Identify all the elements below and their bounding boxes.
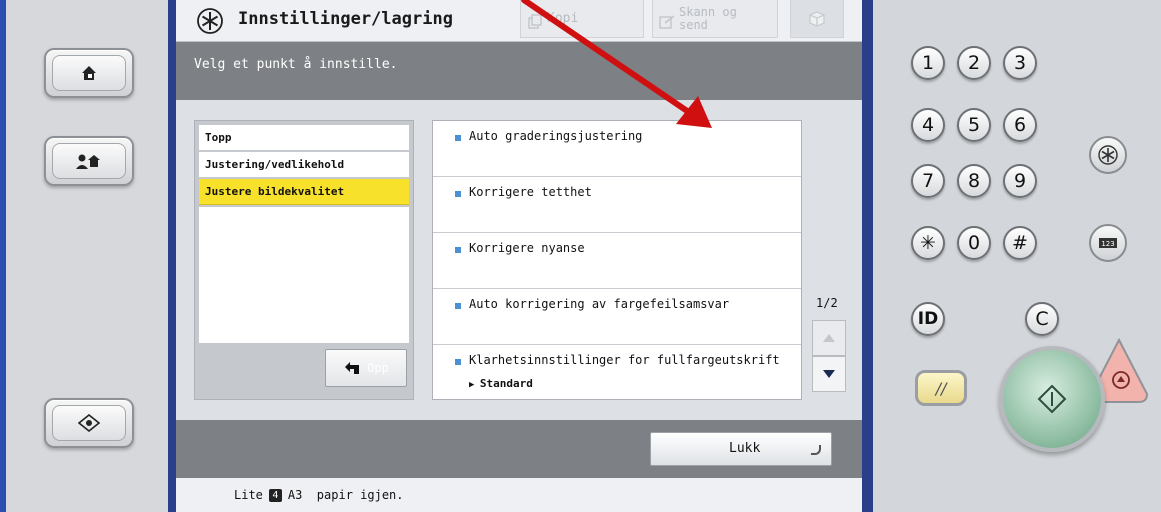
- close-button-label: Lukk: [729, 441, 761, 456]
- key-9[interactable]: 9: [1003, 164, 1037, 198]
- status-suffix: A3 papir igjen.: [287, 488, 404, 502]
- key-2[interactable]: 2: [957, 46, 991, 80]
- home-icon: [82, 66, 96, 80]
- page-indicator: 1/2: [816, 296, 838, 310]
- page-title: Innstillinger/lagring: [238, 9, 453, 29]
- nav-item-image-quality[interactable]: Justere bildekvalitet: [199, 179, 409, 205]
- settings-asterisk-icon: [1098, 145, 1118, 165]
- triangle-up-icon: [823, 334, 835, 342]
- svg-text:123: 123: [1101, 240, 1114, 248]
- tab-box[interactable]: [790, 0, 844, 38]
- copy-icon: [528, 14, 542, 29]
- paper-drawer-icon: 4: [268, 488, 282, 502]
- status-prefix: Lite: [234, 488, 263, 502]
- touch-screen-bezel: Innstillinger/lagring Kopi Skann og send: [168, 0, 870, 512]
- counter-check-button[interactable]: 123: [1089, 224, 1127, 262]
- key-hash[interactable]: #: [1003, 226, 1037, 260]
- settings-asterisk-icon: [197, 8, 223, 34]
- start-diamond-icon: [1037, 384, 1067, 414]
- key-0[interactable]: 0: [957, 226, 991, 260]
- tab-copy[interactable]: Kopi: [520, 0, 644, 38]
- list-item-label: Auto korrigering av fargefeilsamsvar: [469, 297, 730, 311]
- up-arrow-icon: [345, 362, 360, 374]
- list-item-label: Korrigere nyanse: [469, 241, 585, 255]
- title-bar: Innstillinger/lagring Kopi Skann og send: [176, 0, 862, 42]
- list-item-value-text: Standard: [479, 377, 533, 390]
- user-home-icon: [76, 154, 100, 169]
- tab-copy-label: Kopi: [547, 11, 579, 26]
- bullet-icon: [455, 191, 461, 197]
- list-item-hue[interactable]: Korrigere nyanse: [433, 233, 801, 289]
- settings-list: Auto graderingsjustering Korrigere tetth…: [432, 120, 802, 400]
- touch-screen: Innstillinger/lagring Kopi Skann og send: [176, 0, 862, 512]
- content-area: Topp Justering/vedlikehold Justere bilde…: [176, 100, 862, 420]
- key-8[interactable]: 8: [957, 164, 991, 198]
- key-6[interactable]: 6: [1003, 108, 1037, 142]
- settings-registration-button[interactable]: [1089, 136, 1127, 174]
- list-item-label: Auto graderingsjustering: [469, 129, 643, 143]
- start-button[interactable]: [999, 346, 1105, 452]
- tab-scan-send-label: Skann og send: [679, 4, 737, 32]
- left-control-panel: [0, 0, 168, 512]
- list-item-clarity[interactable]: Klarhetsinnstillinger for fullfargeutskr…: [433, 345, 801, 401]
- nav-list-empty-area: [199, 207, 409, 343]
- triangle-down-icon: [823, 370, 835, 378]
- navigation-list: Topp Justering/vedlikehold Justere bilde…: [194, 120, 414, 400]
- instruction-bar: Velg et punkt å innstille.: [176, 42, 862, 100]
- tab-scan-send[interactable]: Skann og send: [652, 0, 778, 38]
- nav-item-top[interactable]: Topp: [199, 125, 409, 151]
- bullet-icon: [455, 303, 461, 309]
- scan-send-icon: [659, 15, 675, 29]
- bullet-icon: [455, 359, 461, 365]
- scroll-up-button[interactable]: [812, 320, 846, 356]
- key-5[interactable]: 5: [957, 108, 991, 142]
- bullet-icon: [455, 135, 461, 141]
- box-icon: [809, 10, 825, 27]
- return-icon: [811, 445, 821, 455]
- up-button[interactable]: Opp: [325, 349, 407, 387]
- list-item-auto-gradation[interactable]: Auto graderingsjustering: [433, 121, 801, 177]
- play-icon: ▶: [469, 380, 480, 390]
- key-asterisk[interactable]: ✳: [911, 226, 945, 260]
- bullet-icon: [455, 247, 461, 253]
- keypad-panel: 1 2 3 4 5 6 7 8 9 ✳ 0 # ID C 123 //: [870, 0, 1161, 512]
- status-monitor-button[interactable]: [44, 136, 134, 186]
- scroll-down-button[interactable]: [812, 356, 846, 392]
- home-button[interactable]: [44, 48, 134, 98]
- counter-icon: 123: [1099, 238, 1117, 248]
- close-button[interactable]: Lukk: [650, 432, 832, 466]
- footer-bar: Lukk: [176, 420, 862, 478]
- reset-button[interactable]: //: [915, 370, 967, 406]
- id-key[interactable]: ID: [911, 302, 945, 336]
- diamond-eye-icon: [78, 414, 100, 432]
- list-item-color-registration[interactable]: Auto korrigering av fargefeilsamsvar: [433, 289, 801, 345]
- key-4[interactable]: 4: [911, 108, 945, 142]
- clear-key[interactable]: C: [1025, 302, 1059, 336]
- list-item-label: Korrigere tetthet: [469, 185, 592, 199]
- key-3[interactable]: 3: [1003, 46, 1037, 80]
- energy-saver-button[interactable]: [44, 398, 134, 448]
- status-bar: Lite 4 A3 papir igjen.: [176, 478, 862, 512]
- nav-item-adjustment-maintenance[interactable]: Justering/vedlikehold: [199, 152, 409, 178]
- status-message: Lite 4 A3 papir igjen.: [234, 488, 404, 502]
- up-button-label: Opp: [367, 361, 389, 375]
- key-1[interactable]: 1: [911, 46, 945, 80]
- list-item-value: ▶ Standard: [469, 377, 533, 390]
- list-item-density[interactable]: Korrigere tetthet: [433, 177, 801, 233]
- instruction-text: Velg et punkt å innstille.: [194, 57, 398, 72]
- list-item-label: Klarhetsinnstillinger for fullfargeutskr…: [469, 353, 780, 367]
- key-7[interactable]: 7: [911, 164, 945, 198]
